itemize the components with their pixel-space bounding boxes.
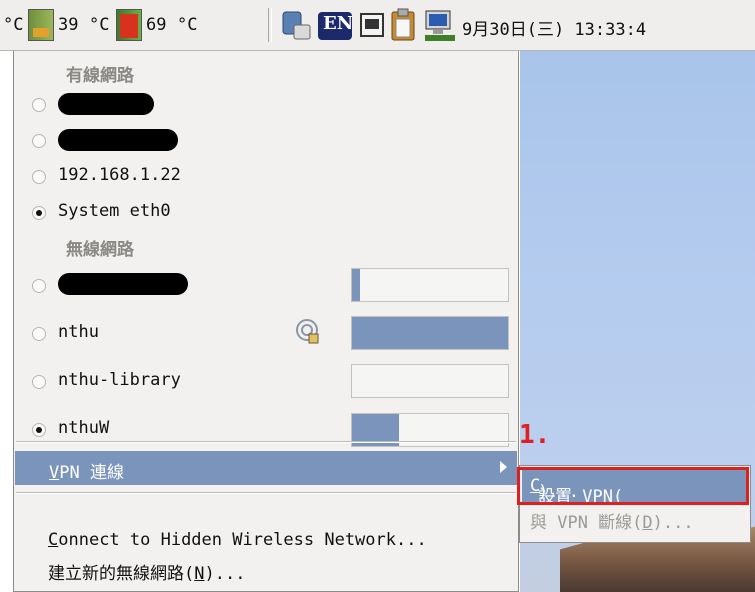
clock[interactable]: 9月30日(三) 13:33:4 bbox=[462, 15, 646, 40]
wired-connection-radio[interactable] bbox=[32, 98, 46, 112]
keyboard-layout-label: EN bbox=[323, 13, 354, 34]
create-new-wireless-item[interactable]: 建立新的無線網路(N)... bbox=[48, 559, 245, 584]
wired-networks-header: 有線網路 bbox=[66, 66, 134, 86]
temperature-unit: °C bbox=[3, 15, 24, 35]
temperature-unit: °C bbox=[177, 15, 198, 35]
window-list-icon[interactable] bbox=[359, 11, 385, 39]
signal-strength-bar bbox=[351, 268, 509, 302]
submenu-arrow-icon bbox=[500, 461, 507, 473]
step-annotation-label: 1. bbox=[519, 420, 551, 450]
menu-separator bbox=[16, 441, 516, 443]
wired-connection-radio[interactable] bbox=[32, 170, 46, 184]
redacted-label bbox=[58, 273, 188, 295]
wireless-network-label[interactable]: nthu-library bbox=[58, 370, 181, 390]
cpu-sensor-icon[interactable] bbox=[28, 9, 54, 41]
vpn-connections-menu-item[interactable]: VPN 連線 bbox=[15, 451, 517, 485]
signal-strength-bar bbox=[351, 316, 509, 350]
clipboard-icon[interactable] bbox=[389, 7, 419, 43]
panel-separator bbox=[268, 8, 272, 42]
connect-hidden-network-item[interactable]: Connect to Hidden Wireless Network... bbox=[48, 530, 427, 550]
network-menu: 有線網路 192.168.1.22 System eth0 無線網路 nthu … bbox=[13, 51, 519, 592]
wired-connection-radio-selected[interactable] bbox=[32, 206, 46, 220]
wireless-network-radio[interactable] bbox=[32, 327, 46, 341]
disconnect-vpn-item[interactable]: 與 VPN 斷線(D)... bbox=[530, 508, 694, 533]
redacted-label bbox=[58, 93, 154, 115]
gpu-sensor-icon[interactable] bbox=[116, 9, 142, 41]
signal-strength-bar bbox=[351, 364, 509, 398]
wired-connection-label[interactable]: 192.168.1.22 bbox=[58, 165, 181, 185]
temperature-unit: °C bbox=[89, 15, 110, 35]
wireless-network-label[interactable]: nthu bbox=[58, 322, 99, 342]
wireless-network-radio-selected[interactable] bbox=[32, 423, 46, 437]
menu-separator bbox=[16, 492, 516, 494]
wireless-network-radio[interactable] bbox=[32, 279, 46, 293]
annotation-highlight-box bbox=[517, 467, 749, 505]
top-panel: °C 39 °C 69 °C EN 9月30日(三) 13:33:4 bbox=[0, 0, 755, 51]
usb-drive-icon[interactable] bbox=[280, 9, 314, 43]
gpu-temperature: 69 bbox=[146, 15, 167, 35]
signal-fill bbox=[352, 269, 360, 301]
vpn-connections-label: VPN 連線 bbox=[49, 463, 124, 483]
redacted-label bbox=[58, 129, 178, 151]
signal-fill bbox=[352, 317, 508, 349]
wired-connection-label[interactable]: System eth0 bbox=[58, 201, 171, 221]
network-manager-icon[interactable] bbox=[423, 8, 457, 44]
wireless-networks-header: 無線網路 bbox=[66, 240, 134, 260]
cpu-temperature: 39 bbox=[58, 15, 79, 35]
wireless-network-label[interactable]: nthuW bbox=[58, 418, 109, 438]
wireless-network-radio[interactable] bbox=[32, 375, 46, 389]
secured-network-icon bbox=[296, 319, 319, 344]
wired-connection-radio[interactable] bbox=[32, 134, 46, 148]
